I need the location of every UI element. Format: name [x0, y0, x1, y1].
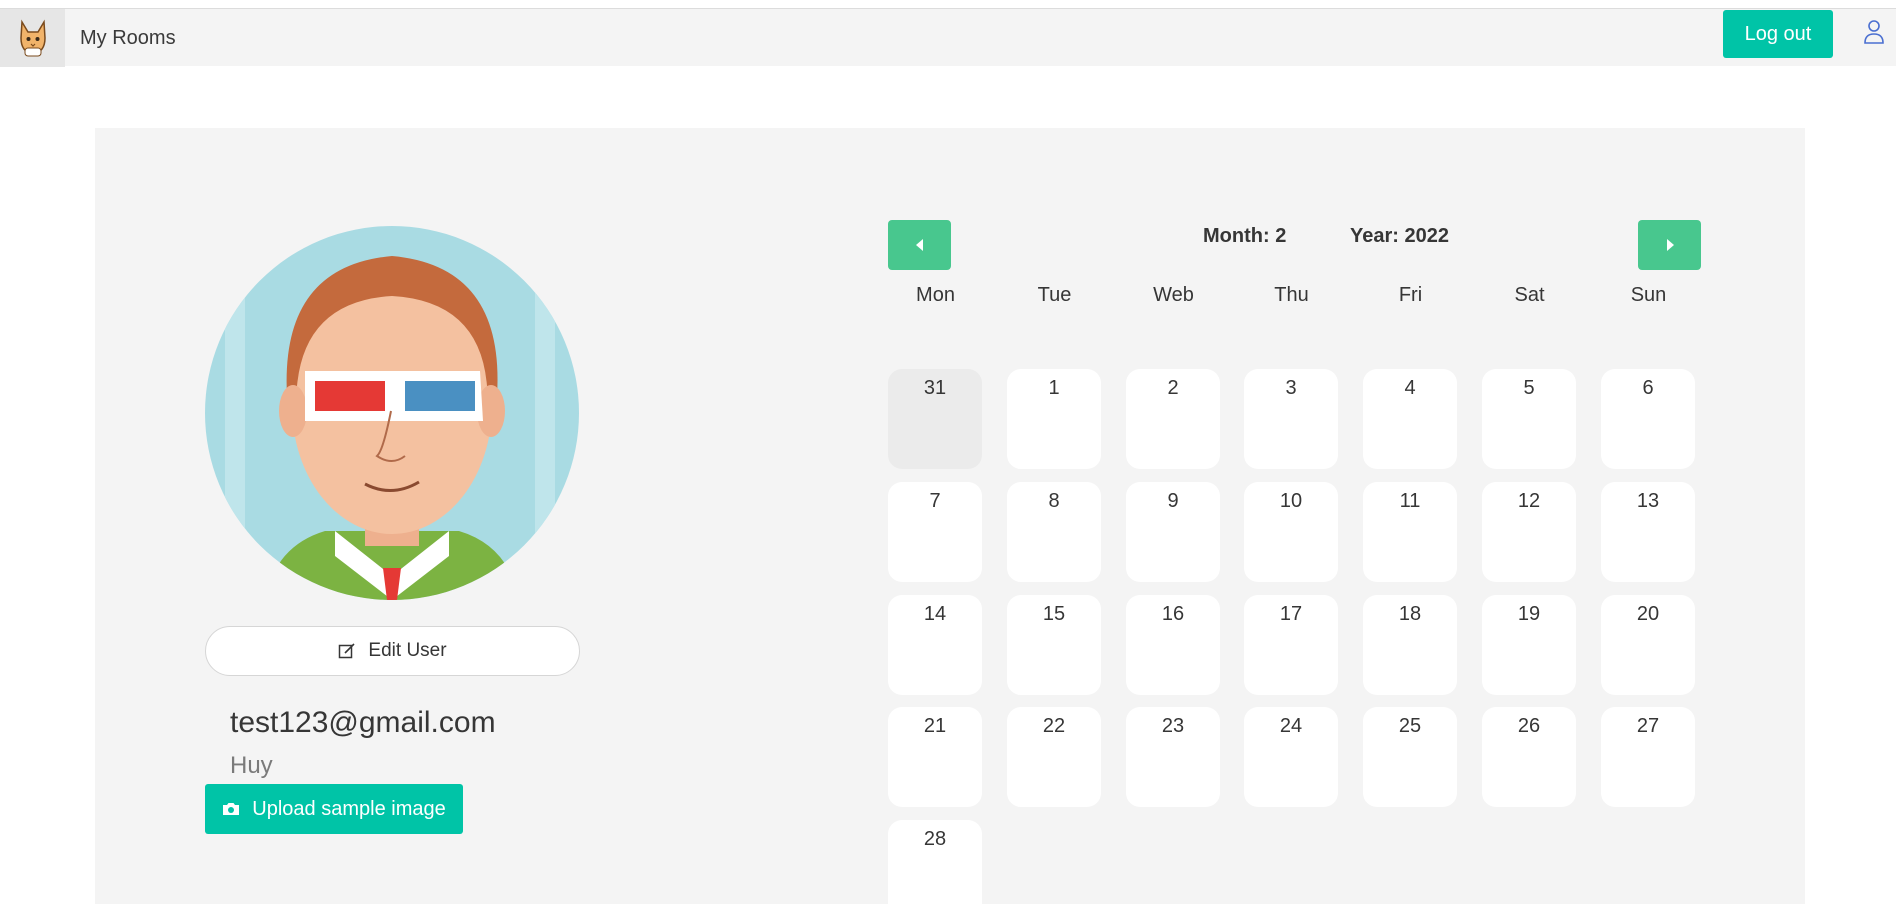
calendar-day[interactable]: 24 [1244, 707, 1338, 807]
weekday-header: Thu [1274, 284, 1309, 306]
user-avatar [205, 226, 579, 600]
calendar-day[interactable]: 19 [1482, 595, 1576, 695]
calendar-month: Month: 2 [1203, 225, 1287, 247]
calendar-day[interactable]: 8 [1007, 482, 1101, 582]
calendar-day[interactable]: 26 [1482, 707, 1576, 807]
brand-title[interactable]: My Rooms [80, 9, 176, 67]
calendar-day[interactable]: 23 [1126, 707, 1220, 807]
calendar-day[interactable]: 20 [1601, 595, 1695, 695]
main-panel: Edit User test123@gmail.com Huy Upload s… [95, 128, 1805, 904]
calendar-day[interactable]: 13 [1601, 482, 1695, 582]
calendar-day[interactable]: 5 [1482, 369, 1576, 469]
calendar-day[interactable]: 1 [1007, 369, 1101, 469]
upload-label: Upload sample image [252, 797, 446, 820]
calendar-day[interactable]: 16 [1126, 595, 1220, 695]
edit-user-label: Edit User [368, 640, 447, 661]
weekday-header: Web [1153, 284, 1194, 306]
calendar-day[interactable]: 11 [1363, 482, 1457, 582]
calendar-day-prev-month[interactable]: 31 [888, 369, 982, 469]
weekday-header: Tue [1037, 284, 1072, 306]
weekday-header: Sun [1630, 284, 1667, 306]
calendar-day[interactable]: 3 [1244, 369, 1338, 469]
calendar-day[interactable]: 9 [1126, 482, 1220, 582]
weekday-header: Fri [1398, 284, 1423, 306]
weekday-header: Sat [1514, 284, 1545, 306]
calendar-day[interactable]: 28 [888, 820, 982, 904]
user-name: Huy [230, 752, 273, 779]
edit-icon [339, 643, 355, 659]
calendar-day[interactable]: 6 [1601, 369, 1695, 469]
calendar-day[interactable]: 25 [1363, 707, 1457, 807]
previous-month-button[interactable] [888, 220, 951, 270]
camera-icon [223, 803, 240, 815]
calendar-day[interactable]: 2 [1126, 369, 1220, 469]
caret-right-icon [1666, 239, 1674, 251]
calendar-day[interactable]: 4 [1363, 369, 1457, 469]
calendar-day[interactable]: 17 [1244, 595, 1338, 695]
cat-logo-icon [19, 19, 46, 57]
edit-user-button[interactable]: Edit User [205, 626, 580, 676]
calendar-day[interactable]: 21 [888, 707, 982, 807]
calendar-day[interactable]: 15 [1007, 595, 1101, 695]
user-email: test123@gmail.com [230, 706, 496, 739]
logout-button[interactable]: Log out [1723, 10, 1833, 58]
caret-left-icon [915, 239, 923, 251]
calendar-day[interactable]: 18 [1363, 595, 1457, 695]
top-navbar: My Rooms Log out [0, 8, 1896, 67]
calendar-day[interactable]: 10 [1244, 482, 1338, 582]
calendar-day[interactable]: 27 [1601, 707, 1695, 807]
weekday-header: Mon [916, 284, 955, 306]
calendar-day[interactable]: 22 [1007, 707, 1101, 807]
calendar-day[interactable]: 14 [888, 595, 982, 695]
calendar-day[interactable]: 7 [888, 482, 982, 582]
upload-sample-image-button[interactable]: Upload sample image [205, 784, 463, 834]
calendar-year: Year: 2022 [1350, 225, 1449, 247]
next-month-button[interactable] [1638, 220, 1701, 270]
calendar-day[interactable]: 12 [1482, 482, 1576, 582]
home-logo[interactable] [0, 9, 65, 67]
user-icon[interactable] [1862, 19, 1886, 45]
